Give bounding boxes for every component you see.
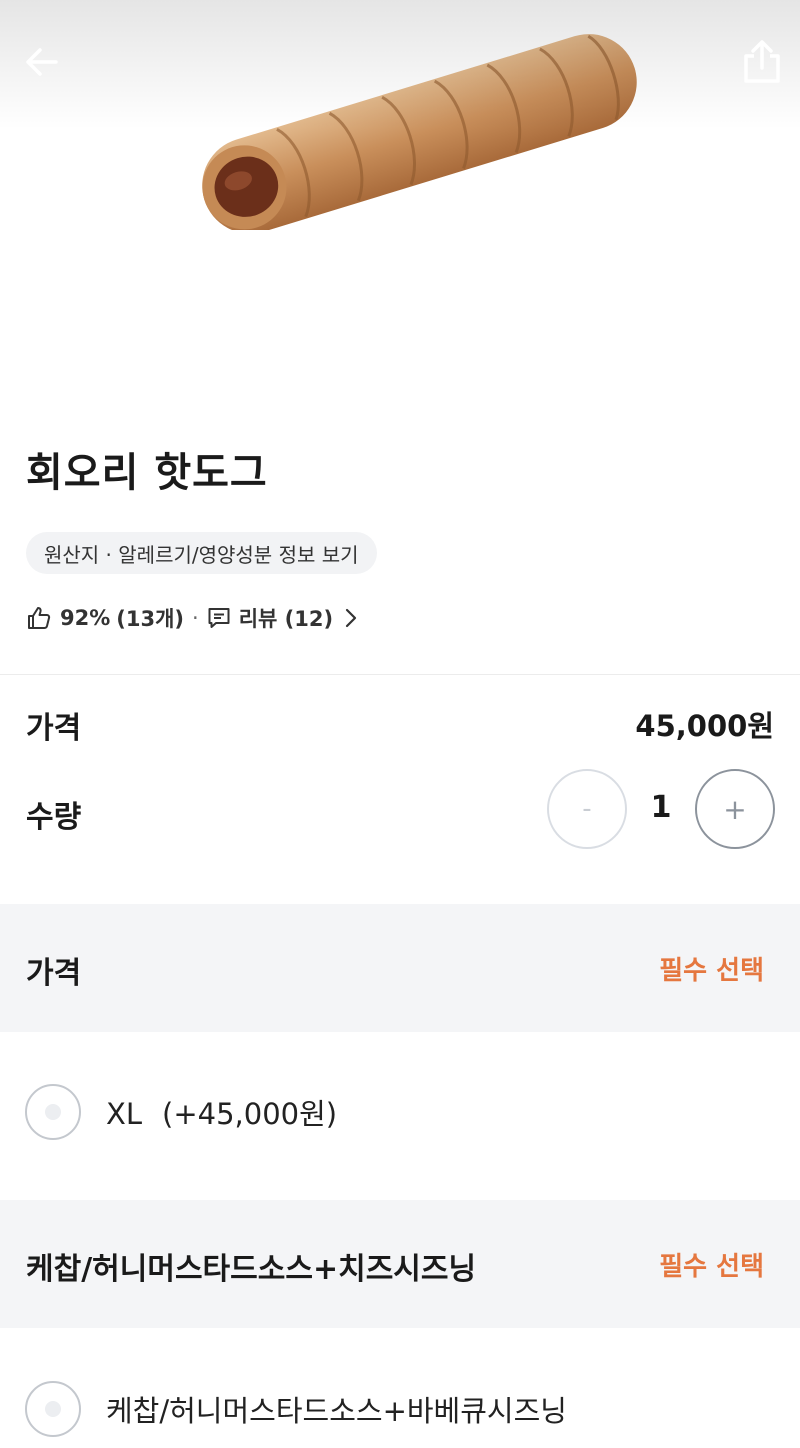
option-group-header: 가격 필수 선택 xyxy=(0,904,800,1032)
required-badge: 필수 선택 xyxy=(659,1252,764,1282)
arrow-left-icon xyxy=(26,48,58,76)
option-group-title: 가격 xyxy=(26,956,82,991)
rating-count: (13개) xyxy=(116,607,185,631)
hero-top-shade xyxy=(0,0,800,130)
required-badge: 필수 선택 xyxy=(659,956,764,986)
option-label: 케찹/허니머스타드소스+바베큐시즈닝 xyxy=(106,1388,567,1430)
plus-icon: + xyxy=(723,792,747,826)
quantity-label: 수량 xyxy=(26,800,82,835)
quantity-decrease-button[interactable]: - xyxy=(547,769,627,849)
product-hero-image xyxy=(0,0,800,420)
info-link-label: 원산지 · 알레르기/영양성분 정보 보기 xyxy=(44,542,359,567)
rating-separator: · xyxy=(192,606,199,630)
quantity-increase-button[interactable]: + xyxy=(695,769,775,849)
quantity-value: 1 xyxy=(650,790,672,825)
option-price: (+45,000원) xyxy=(162,1097,338,1131)
option-name: XL xyxy=(106,1097,143,1131)
radio-button[interactable] xyxy=(25,1381,81,1437)
share-button[interactable] xyxy=(734,34,790,90)
option-radio-item[interactable]: XL (+45,000원) xyxy=(0,1068,800,1156)
option-group-header: 케찹/허니머스타드소스+치즈시즈닝 필수 선택 xyxy=(0,1200,800,1328)
share-icon xyxy=(744,40,780,83)
back-button[interactable] xyxy=(14,34,70,90)
option-group-title: 케찹/허니머스타드소스+치즈시즈닝 xyxy=(26,1252,477,1287)
review-link[interactable]: 리뷰 (12) xyxy=(207,603,361,633)
rating-row: 92% (13개) · 리뷰 (12) xyxy=(26,600,361,636)
price-value: 45,000원 xyxy=(635,709,774,743)
rating-percent: 92% xyxy=(60,606,111,630)
chevron-right-icon xyxy=(345,608,357,628)
section-divider xyxy=(0,674,800,675)
thumbs-up-icon xyxy=(28,607,51,629)
option-label: XL (+45,000원) xyxy=(106,1091,337,1133)
origin-allergy-info-link[interactable]: 원산지 · 알레르기/영양성분 정보 보기 xyxy=(26,532,377,574)
product-title: 회오리 핫도그 xyxy=(26,450,268,496)
option-name: 케찹/허니머스타드소스+바베큐시즈닝 xyxy=(106,1394,567,1428)
comment-icon xyxy=(208,608,230,628)
radio-button[interactable] xyxy=(25,1084,81,1140)
option-radio-item[interactable]: 케찹/허니머스타드소스+바베큐시즈닝 xyxy=(0,1365,800,1448)
minus-icon: - xyxy=(582,794,592,824)
review-label: 리뷰 (12) xyxy=(238,607,334,631)
price-label: 가격 xyxy=(26,711,82,746)
